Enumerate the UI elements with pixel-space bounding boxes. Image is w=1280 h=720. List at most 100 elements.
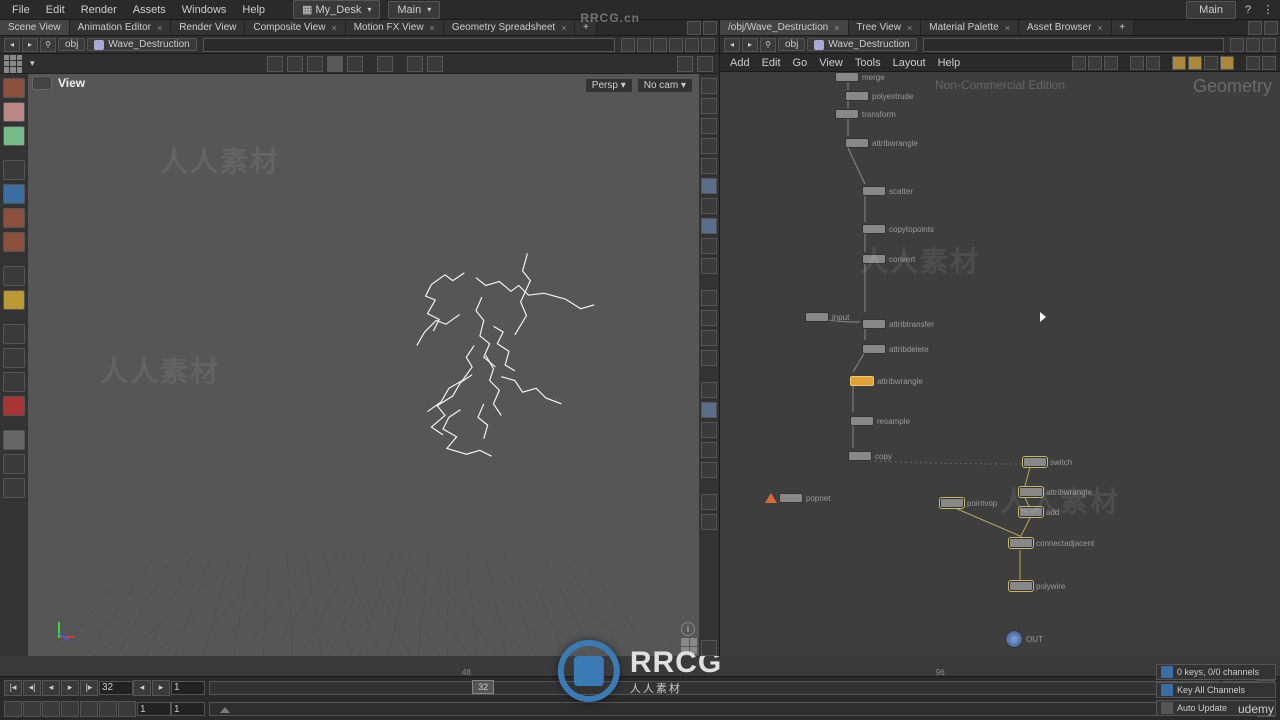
tool-select-point[interactable] — [3, 102, 25, 122]
node-body[interactable] — [850, 416, 874, 426]
ne-tb-1[interactable] — [1072, 56, 1086, 70]
node-body[interactable] — [845, 91, 869, 101]
menu-assets[interactable]: Assets — [125, 4, 174, 16]
network-canvas[interactable]: Non-Commercial Edition Geometry — [720, 72, 1280, 656]
tl-mode-1[interactable] — [4, 701, 22, 717]
tl-range-start2[interactable]: 1 — [171, 702, 205, 716]
nav-back-button[interactable]: ◂ — [724, 38, 740, 52]
disp-tool-15[interactable] — [701, 382, 717, 398]
tool-arrow[interactable] — [3, 160, 25, 180]
tool-active[interactable] — [3, 430, 25, 450]
path-opt3-icon[interactable] — [701, 38, 715, 52]
close-icon[interactable]: × — [331, 23, 336, 33]
disp-tool-17[interactable] — [701, 422, 717, 438]
node-switch[interactable]: switch — [1023, 457, 1072, 467]
nav-back-button[interactable]: ◂ — [4, 38, 20, 52]
disp-tool-8[interactable] — [701, 218, 717, 234]
node-body[interactable] — [862, 319, 886, 329]
menu-file[interactable]: File — [4, 4, 38, 16]
node-resample[interactable]: resample — [850, 416, 910, 426]
ne-tb-4[interactable] — [1130, 56, 1144, 70]
node-body[interactable] — [862, 344, 886, 354]
node-merge[interactable]: merge — [835, 72, 885, 82]
menu-edit[interactable]: Edit — [38, 4, 73, 16]
ne-tb-6[interactable] — [1172, 56, 1186, 70]
help-icon[interactable]: ? — [1240, 2, 1256, 18]
node-body[interactable] — [835, 72, 859, 82]
ne-menu-view[interactable]: View — [813, 57, 849, 69]
node-popnet[interactable]: popnet — [765, 493, 830, 503]
tool-group4[interactable] — [3, 396, 25, 416]
tool-extra1[interactable] — [3, 454, 25, 474]
disp-tool-5[interactable] — [701, 158, 717, 174]
tl-mode-6[interactable] — [99, 701, 117, 717]
tl-current-frame[interactable]: 32 — [99, 681, 133, 695]
info-icon[interactable]: i — [681, 622, 695, 636]
snap-multi-icon[interactable] — [347, 56, 363, 72]
tl-first-button[interactable]: |◂ — [4, 680, 22, 696]
node-attribdelete[interactable]: attribdelete — [862, 344, 929, 354]
tab-geometry-spreadsheet[interactable]: Geometry Spreadsheet× — [444, 20, 576, 35]
selection-dropdown-icon[interactable]: ▾ — [30, 58, 35, 69]
ne-menu-add[interactable]: Add — [724, 57, 756, 69]
node-attribtransfer[interactable]: attribtransfer — [862, 319, 934, 329]
viewport-canvas[interactable]: View Persp ▾ No cam ▾ — [28, 74, 699, 656]
crumb-geo[interactable]: Wave_Destruction — [87, 38, 196, 51]
node-OUT[interactable]: OUT — [1005, 630, 1043, 648]
disp-tool-9[interactable] — [701, 238, 717, 254]
disp-tool-13[interactable] — [701, 330, 717, 346]
tab-asset-browser[interactable]: Asset Browser× — [1019, 20, 1112, 35]
node-body[interactable] — [1005, 630, 1023, 648]
maximize-icon[interactable] — [687, 21, 701, 35]
tab-scene-view[interactable]: Scene View — [0, 20, 70, 35]
node-copy[interactable]: copy — [848, 451, 892, 461]
tab-animation-editor[interactable]: Animation Editor× — [70, 20, 172, 35]
tl-range-track[interactable] — [209, 702, 1185, 716]
node-body[interactable] — [779, 493, 803, 503]
disp-tool-21[interactable] — [701, 514, 717, 530]
maximize-icon[interactable] — [1248, 21, 1262, 35]
tab-network[interactable]: /obj/Wave_Destruction× — [720, 20, 849, 35]
tl-step-back[interactable]: ◂ — [133, 680, 151, 696]
ne-menu-go[interactable]: Go — [787, 57, 814, 69]
ne-tb-5[interactable] — [1146, 56, 1160, 70]
tool-handle[interactable] — [3, 266, 25, 286]
tl-mode-7[interactable] — [118, 701, 136, 717]
range-handle[interactable] — [220, 707, 230, 713]
path-opt-icon[interactable] — [1230, 38, 1244, 52]
close-icon[interactable]: × — [907, 23, 912, 33]
node-attribwrangle[interactable]: attribwrangle — [1019, 487, 1092, 497]
visibility-icon[interactable] — [32, 76, 52, 90]
path-opt1-icon[interactable] — [669, 38, 683, 52]
tl-mode-4[interactable] — [61, 701, 79, 717]
node-body[interactable] — [848, 451, 872, 461]
node-body[interactable] — [862, 254, 886, 264]
close-icon[interactable]: × — [430, 23, 435, 33]
desktop-selector[interactable]: ▦ My_Desk ▾ — [293, 0, 380, 19]
crumb-obj[interactable]: obj — [778, 38, 805, 51]
vp-opt2-icon[interactable] — [697, 56, 713, 72]
tl-mode-2[interactable] — [23, 701, 41, 717]
node-body[interactable] — [862, 186, 886, 196]
pin-icon[interactable]: ⚲ — [40, 38, 56, 52]
tool-sculpt[interactable] — [3, 232, 25, 252]
menu-help[interactable]: Help — [234, 4, 273, 16]
node-body[interactable] — [805, 312, 829, 322]
snapshot-icon[interactable] — [427, 56, 443, 72]
ne-menu-tools[interactable]: Tools — [849, 57, 887, 69]
node-copytopoints[interactable]: copytopoints — [862, 224, 934, 234]
layout-grid-icon[interactable] — [681, 638, 697, 654]
disp-tool-19[interactable] — [701, 462, 717, 478]
lighting-icon[interactable] — [377, 56, 393, 72]
disp-tool-14[interactable] — [701, 350, 717, 366]
path-field[interactable] — [203, 38, 615, 52]
path-lock-icon[interactable] — [637, 38, 651, 52]
disp-tool-16[interactable] — [701, 402, 717, 418]
tl-play-button[interactable]: ▸ — [61, 680, 79, 696]
right-layout-selector[interactable]: Main — [1186, 1, 1236, 19]
node-polyextrude[interactable]: polyextrude — [845, 91, 913, 101]
node-body[interactable] — [845, 138, 869, 148]
disp-tool-6[interactable] — [701, 178, 717, 194]
close-icon[interactable]: × — [1005, 23, 1010, 33]
ne-tb-11[interactable] — [1262, 56, 1276, 70]
